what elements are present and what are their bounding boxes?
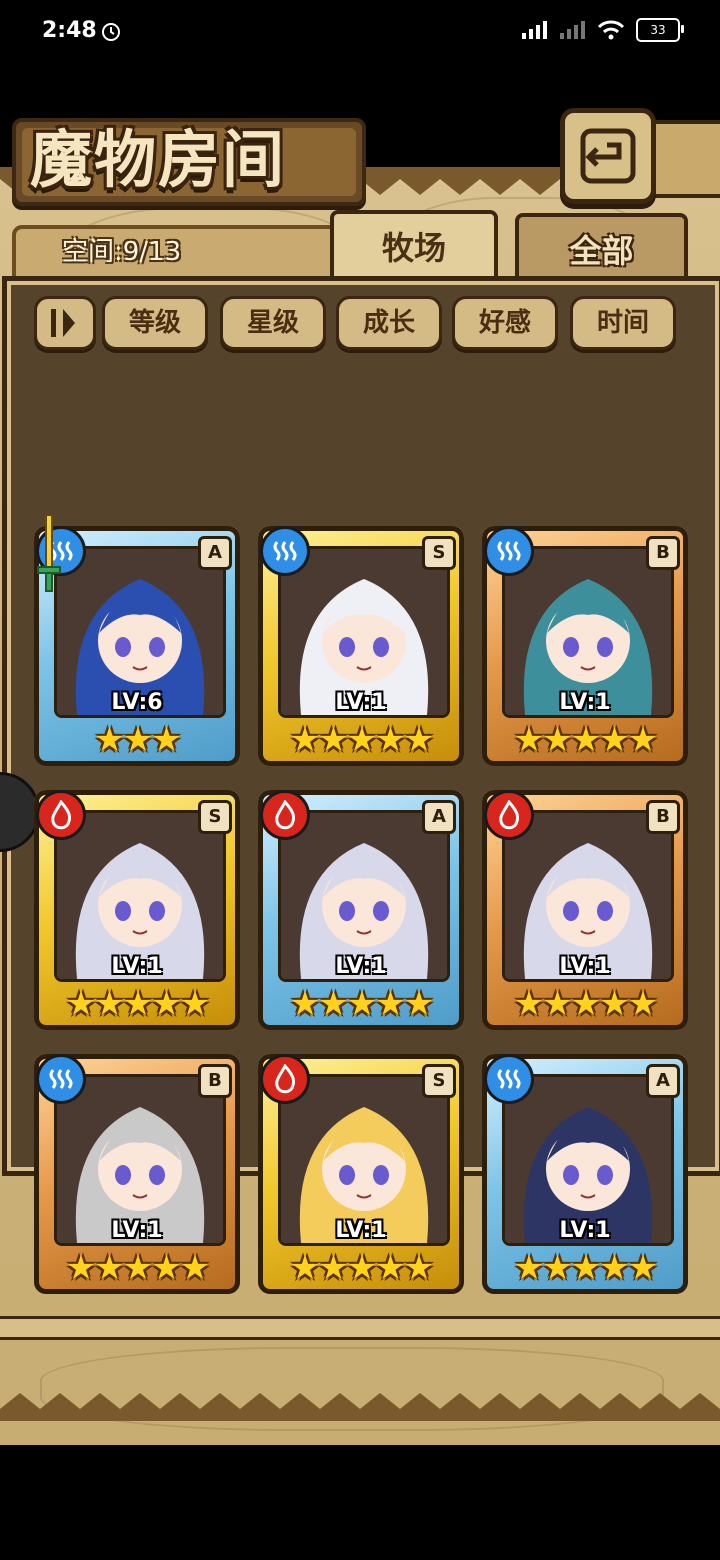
- fire-element-icon: [260, 790, 310, 840]
- alarm-icon: [102, 23, 120, 41]
- star-rating: ★★★★★: [513, 984, 658, 1024]
- level-label: LV:6: [111, 690, 163, 715]
- level-label: LV:1: [111, 954, 163, 979]
- star-rating: ★★★★★: [65, 984, 210, 1024]
- monster-card[interactable]: B LV:1 ★★★★★: [482, 526, 688, 766]
- rank-badge: B: [646, 536, 680, 570]
- level-label: LV:1: [559, 1218, 611, 1243]
- wifi-icon: [597, 20, 625, 40]
- signal-2-icon: [560, 21, 585, 39]
- star-rating: ★★★★★: [65, 1248, 210, 1288]
- star-rating: ★★★★★: [289, 984, 434, 1024]
- water-element-icon: [36, 1054, 86, 1104]
- page-title: 魔物房间: [30, 123, 287, 196]
- battery-icon: 33: [636, 18, 684, 42]
- sort-order-icon: [51, 309, 75, 337]
- tab-all[interactable]: 全部: [515, 213, 688, 285]
- monster-card[interactable]: S LV:1 ★★★★★: [258, 1054, 464, 1294]
- rank-badge: B: [198, 1064, 232, 1098]
- rank-badge: B: [646, 800, 680, 834]
- status-icons: 33: [520, 18, 684, 42]
- panel-bottom-bar: [0, 1316, 720, 1340]
- level-label: LV:1: [335, 954, 387, 979]
- star-rating: ★★★★★: [513, 720, 658, 760]
- sort-stars-button[interactable]: 星级: [220, 296, 326, 350]
- rank-badge: A: [646, 1064, 680, 1098]
- rank-badge: A: [422, 800, 456, 834]
- level-label: LV:1: [559, 954, 611, 979]
- level-label: LV:1: [559, 690, 611, 715]
- signal-icon: [522, 21, 547, 39]
- rank-badge: S: [422, 1064, 456, 1098]
- fire-element-icon: [260, 1054, 310, 1104]
- fire-element-icon: [36, 790, 86, 840]
- water-element-icon: [260, 526, 310, 576]
- back-arrow-icon: [580, 128, 636, 184]
- back-button[interactable]: [560, 108, 656, 204]
- monster-card[interactable]: A LV:6 ★★★: [34, 526, 240, 766]
- equipped-weapon-icon: [37, 515, 61, 592]
- star-rating: ★★★★★: [513, 1248, 658, 1288]
- sort-growth-button[interactable]: 成长: [336, 296, 442, 350]
- monster-card[interactable]: S LV:1 ★★★★★: [258, 526, 464, 766]
- status-bar: 2:48 33: [0, 0, 720, 66]
- level-label: LV:1: [111, 1218, 163, 1243]
- sort-affection-button[interactable]: 好感: [452, 296, 558, 350]
- rank-badge: S: [198, 800, 232, 834]
- status-time: 2:48: [42, 18, 97, 43]
- water-element-icon: [484, 1054, 534, 1104]
- sort-order-toggle[interactable]: [34, 296, 96, 350]
- fire-element-icon: [484, 790, 534, 840]
- level-label: LV:1: [335, 690, 387, 715]
- monster-card[interactable]: A LV:1 ★★★★★: [482, 1054, 688, 1294]
- star-rating: ★★★: [94, 720, 181, 760]
- star-rating: ★★★★★: [289, 1248, 434, 1288]
- rank-badge: S: [422, 536, 456, 570]
- monster-card[interactable]: B LV:1 ★★★★★: [482, 790, 688, 1030]
- monster-card[interactable]: S LV:1 ★★★★★: [34, 790, 240, 1030]
- level-label: LV:1: [335, 1218, 387, 1243]
- space-counter: 空间:9/13: [62, 237, 182, 267]
- rank-badge: A: [198, 536, 232, 570]
- sort-time-button[interactable]: 时间: [570, 296, 676, 350]
- water-element-icon: [484, 526, 534, 576]
- sort-level-button[interactable]: 等级: [102, 296, 208, 350]
- monster-card[interactable]: A LV:1 ★★★★★: [258, 790, 464, 1030]
- monster-card[interactable]: B LV:1 ★★★★★: [34, 1054, 240, 1294]
- star-rating: ★★★★★: [289, 720, 434, 760]
- bottom-border: [0, 1393, 720, 1421]
